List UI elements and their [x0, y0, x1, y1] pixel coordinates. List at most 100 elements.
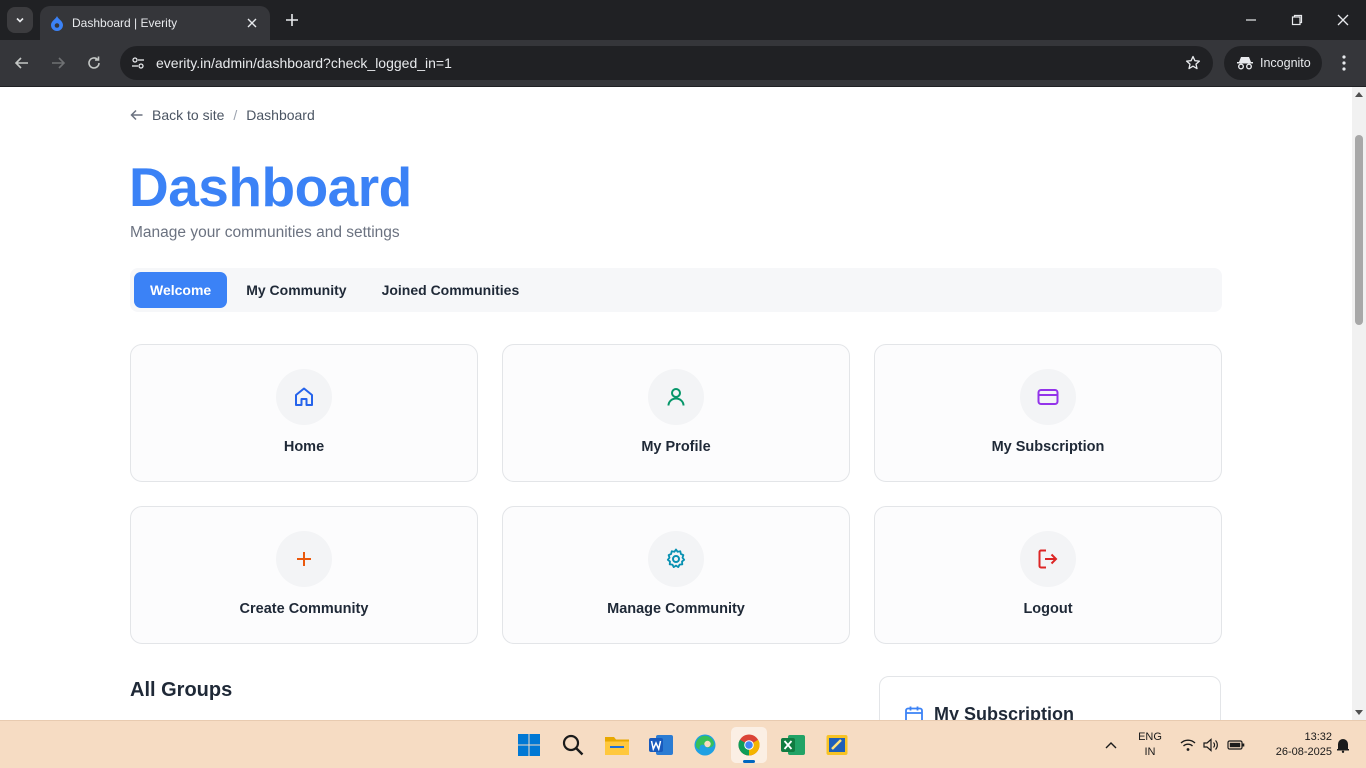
reload-button[interactable] — [80, 49, 108, 77]
scroll-up-icon[interactable] — [1355, 92, 1363, 97]
language-code: ENG — [1138, 731, 1162, 743]
excel-button[interactable] — [775, 727, 811, 763]
restore-icon — [1291, 14, 1303, 26]
page-title: Dashboard — [129, 156, 412, 218]
start-button[interactable] — [511, 727, 547, 763]
restore-button[interactable] — [1274, 0, 1320, 40]
home-card-label: Home — [283, 439, 325, 455]
my-subscription-card[interactable]: My Subscription — [874, 344, 1222, 482]
browser-menu-button[interactable] — [1330, 49, 1358, 77]
logout-icon — [1020, 531, 1076, 587]
new-tab-button[interactable] — [281, 9, 303, 31]
incognito-label: Incognito — [1260, 56, 1311, 70]
folder-icon — [605, 737, 629, 755]
windows-logo-icon — [518, 734, 540, 756]
minimize-icon — [1246, 19, 1256, 21]
breadcrumb-separator: / — [233, 107, 238, 123]
page-content: Back to site / Dashboard Dashboard Manag… — [0, 87, 1352, 720]
tab-welcome[interactable]: Welcome — [134, 272, 228, 308]
page-subtitle: Manage your communities and settings — [130, 224, 400, 241]
arrow-left-icon — [130, 109, 143, 121]
breadcrumb-current: Dashboard — [246, 107, 315, 123]
language-indicator[interactable]: ENG IN — [1133, 730, 1167, 760]
show-hidden-icons-button[interactable] — [1100, 721, 1122, 768]
speaker-icon — [1203, 738, 1218, 752]
more-vert-icon — [1342, 55, 1346, 71]
notification-icon — [1337, 739, 1349, 753]
incognito-indicator[interactable]: Incognito — [1224, 46, 1322, 80]
incognito-icon — [1237, 57, 1253, 70]
gear-icon — [648, 531, 704, 587]
url-text[interactable]: everity.in/admin/dashboard?check_logged_… — [156, 55, 1173, 71]
tab-joined-communities[interactable]: Joined Communities — [366, 272, 536, 308]
dashboard-tabs: Welcome My Community Joined Communities — [130, 268, 1222, 312]
home-icon — [276, 369, 332, 425]
address-bar[interactable]: everity.in/admin/dashboard?check_logged_… — [120, 46, 1213, 80]
breadcrumb: Back to site / Dashboard — [130, 107, 315, 123]
my-profile-card-label: My Profile — [641, 439, 711, 455]
browser-tab-bar: Dashboard | Everity — [0, 0, 1366, 40]
arrow-right-icon — [52, 57, 66, 69]
all-groups-heading: All Groups — [130, 679, 233, 701]
bookmark-star-icon[interactable] — [1173, 55, 1213, 71]
drupal-favicon-icon — [51, 16, 63, 31]
tab-search-button[interactable] — [7, 7, 33, 33]
battery-status[interactable] — [1225, 721, 1247, 768]
file-explorer-button[interactable] — [599, 727, 635, 763]
my-profile-card[interactable]: My Profile — [502, 344, 850, 482]
logout-card-label: Logout — [1023, 601, 1073, 617]
forward-button[interactable] — [44, 49, 72, 77]
back-to-site-link[interactable]: Back to site — [152, 107, 224, 123]
site-info-icon[interactable] — [120, 55, 156, 71]
tab-close-icon[interactable] — [244, 15, 260, 31]
plus-icon — [286, 14, 298, 26]
volume-status[interactable] — [1201, 721, 1221, 768]
subscription-panel: My Subscription — [879, 676, 1221, 720]
browser-tab[interactable]: Dashboard | Everity — [40, 6, 270, 40]
page-scrollbar[interactable] — [1352, 87, 1366, 720]
home-card[interactable]: Home — [130, 344, 478, 482]
back-button[interactable] — [8, 49, 36, 77]
edge-icon — [694, 734, 716, 756]
clock-time: 13:32 — [1304, 731, 1332, 743]
edge-button[interactable] — [687, 727, 723, 763]
wifi-icon — [1180, 739, 1196, 751]
chrome-button[interactable] — [731, 727, 767, 763]
word-button[interactable] — [643, 727, 679, 763]
taskbar-clock[interactable]: 13:32 26-08-2025 — [1252, 730, 1332, 760]
credit-card-icon — [1020, 369, 1076, 425]
browser-toolbar: everity.in/admin/dashboard?check_logged_… — [0, 40, 1366, 86]
windows-taskbar: ENG IN 13:32 26-08-2025 — [0, 720, 1366, 768]
wifi-status[interactable] — [1178, 721, 1198, 768]
chevron-up-icon — [1105, 742, 1117, 749]
scroll-down-icon[interactable] — [1355, 710, 1363, 715]
create-community-card[interactable]: Create Community — [130, 506, 478, 644]
chevron-down-icon — [16, 17, 24, 23]
tab-title: Dashboard | Everity — [72, 16, 178, 30]
reload-icon — [88, 56, 100, 69]
logout-card[interactable]: Logout — [874, 506, 1222, 644]
clock-date: 26-08-2025 — [1275, 746, 1332, 758]
search-icon — [562, 734, 584, 756]
subscription-panel-title: My Subscription — [934, 704, 1075, 720]
excel-icon — [781, 735, 805, 755]
tab-my-community[interactable]: My Community — [230, 272, 362, 308]
notes-app-button[interactable] — [819, 727, 855, 763]
notification-button[interactable] — [1332, 721, 1354, 768]
close-window-button[interactable] — [1320, 0, 1366, 40]
search-button[interactable] — [555, 727, 591, 763]
battery-icon — [1227, 740, 1245, 750]
notes-app-icon — [826, 735, 848, 755]
user-icon — [648, 369, 704, 425]
plus-icon — [276, 531, 332, 587]
my-subscription-card-label: My Subscription — [991, 439, 1105, 455]
language-region: IN — [1144, 746, 1156, 758]
scrollbar-thumb[interactable] — [1355, 135, 1363, 325]
word-icon — [649, 735, 673, 755]
close-icon — [1337, 14, 1349, 26]
calendar-icon — [905, 706, 923, 720]
minimize-button[interactable] — [1228, 0, 1274, 40]
create-community-card-label: Create Community — [239, 601, 369, 617]
manage-community-card[interactable]: Manage Community — [502, 506, 850, 644]
arrow-left-icon — [14, 57, 28, 69]
